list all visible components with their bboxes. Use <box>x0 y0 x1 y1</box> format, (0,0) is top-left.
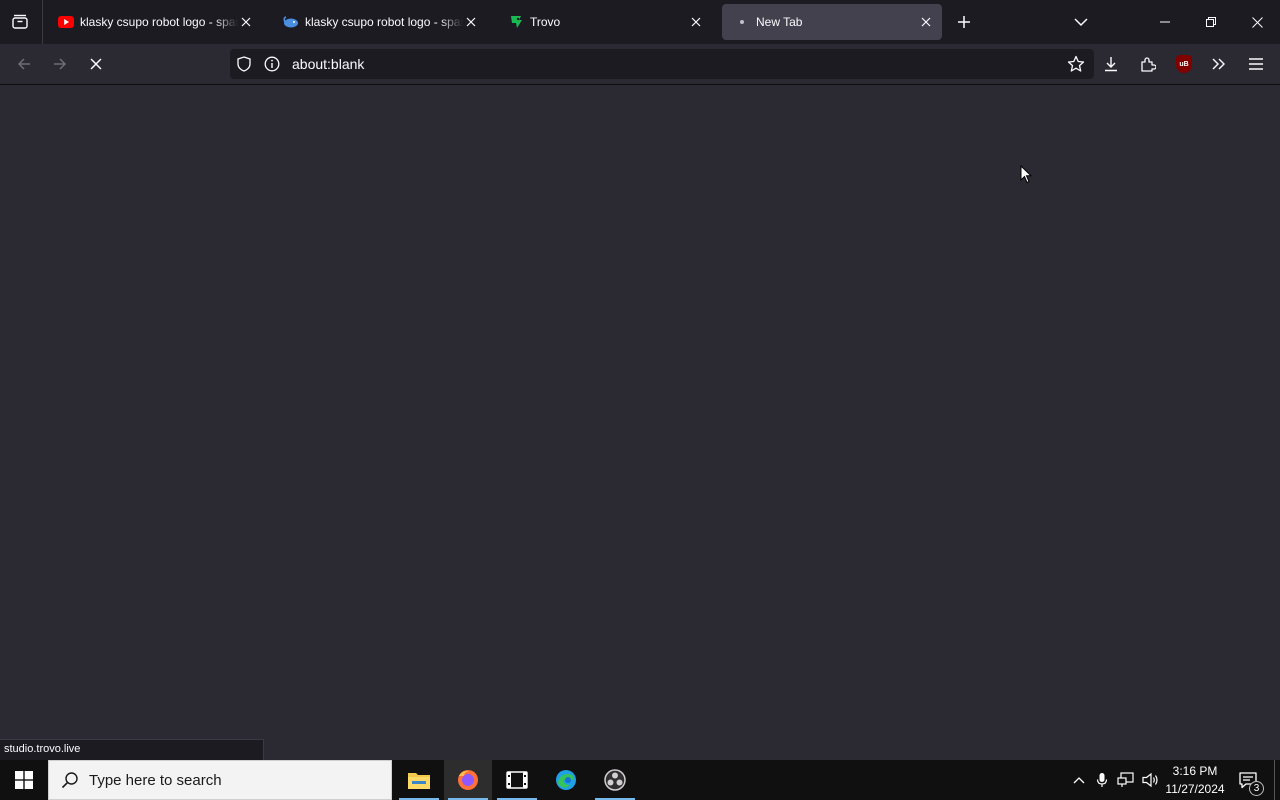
search-icon <box>61 772 78 789</box>
download-icon <box>1105 57 1117 72</box>
restore-icon <box>1206 17 1216 27</box>
extensions-icon <box>1141 57 1156 72</box>
stop-loading-button[interactable] <box>81 49 111 79</box>
microphone-icon <box>1096 773 1108 787</box>
file-explorer-icon <box>408 773 430 789</box>
star-icon[interactable] <box>1066 54 1086 74</box>
windows-taskbar: Type here to search 3:16 PM 11/27/2024 3 <box>0 760 1280 800</box>
taskbar-obs[interactable] <box>591 760 639 800</box>
page-content-blank[interactable] <box>0 85 1280 760</box>
app-menu-button[interactable] <box>1241 49 1271 79</box>
mouse-cursor-icon <box>1020 165 1032 184</box>
ublock-icon: uB <box>1176 55 1192 73</box>
close-tab-icon[interactable] <box>918 14 934 30</box>
info-icon[interactable] <box>262 54 282 74</box>
close-window-button[interactable] <box>1234 0 1280 44</box>
whale-icon <box>283 14 299 30</box>
back-arrow-icon <box>17 58 30 70</box>
search-placeholder: Type here to search <box>89 771 222 789</box>
tab-title: klasky csupo robot logo - spart <box>305 15 463 29</box>
hamburger-menu-icon <box>1249 58 1263 70</box>
all-tabs-button[interactable] <box>4 6 36 38</box>
taskbar-edge[interactable] <box>542 760 590 800</box>
desktop-screen: klasky csupo robot logo - spart klasky c… <box>0 0 1280 800</box>
minimize-button[interactable] <box>1142 0 1188 44</box>
clock-date: 11/27/2024 <box>1165 782 1225 796</box>
minimize-icon <box>1160 21 1170 23</box>
tab-title: klasky csupo robot logo - spart <box>80 15 238 29</box>
tab-new-tab[interactable]: New Tab <box>722 4 942 40</box>
volume-tray-button[interactable] <box>1139 760 1163 800</box>
downloads-button[interactable] <box>1096 49 1126 79</box>
forward-button[interactable] <box>45 49 75 79</box>
start-button[interactable] <box>0 760 48 800</box>
show-desktop-button[interactable] <box>1274 760 1280 800</box>
firefox-icon <box>458 770 478 790</box>
chevron-down-icon <box>1074 18 1088 27</box>
overflow-menu-button[interactable] <box>1204 49 1234 79</box>
clock-time: 3:16 PM <box>1172 764 1218 778</box>
tab-strip: klasky csupo robot logo - spart klasky c… <box>0 0 1280 44</box>
plus-icon <box>958 16 970 28</box>
media-player-icon <box>506 771 528 789</box>
close-tab-icon[interactable] <box>688 14 704 30</box>
navigation-toolbar: about:blank uB <box>0 44 1280 85</box>
tab-title: Trovo <box>530 15 561 29</box>
microphone-tray-button[interactable] <box>1092 760 1112 800</box>
loading-dot-icon <box>734 14 750 30</box>
taskbar-media-player[interactable] <box>493 760 541 800</box>
overflow-icon <box>1212 58 1225 70</box>
network-icon <box>1117 772 1134 787</box>
new-tab-button[interactable] <box>950 8 978 36</box>
speaker-icon <box>1142 772 1158 788</box>
list-all-tabs-button[interactable] <box>1067 8 1095 36</box>
url-text[interactable]: about:blank <box>292 56 364 72</box>
stop-icon <box>90 58 102 70</box>
edge-icon <box>556 770 576 790</box>
extensions-button[interactable] <box>1133 49 1163 79</box>
notification-count-badge: 3 <box>1249 781 1264 796</box>
action-center-button[interactable]: 3 <box>1232 760 1264 800</box>
tab-youtube-1[interactable]: klasky csupo robot logo - spart <box>46 4 262 40</box>
all-tabs-icon <box>12 14 28 29</box>
restore-button[interactable] <box>1188 0 1234 44</box>
taskbar-file-explorer[interactable] <box>395 760 443 800</box>
youtube-icon <box>58 14 74 30</box>
chevron-up-icon <box>1073 777 1085 784</box>
shield-icon[interactable] <box>234 54 254 74</box>
taskbar-search-box[interactable]: Type here to search <box>48 760 392 800</box>
taskbar-clock[interactable]: 3:16 PM 11/27/2024 <box>1164 762 1226 798</box>
show-hidden-icons-button[interactable] <box>1068 760 1090 800</box>
close-tab-icon[interactable] <box>463 14 479 30</box>
taskbar-firefox[interactable] <box>444 760 492 800</box>
back-button[interactable] <box>9 49 39 79</box>
tab-title: New Tab <box>756 15 803 29</box>
obs-icon <box>604 769 626 791</box>
address-bar[interactable]: about:blank <box>230 49 1094 79</box>
forward-arrow-icon <box>54 58 67 70</box>
close-icon <box>1251 16 1263 28</box>
status-panel: studio.trovo.live <box>0 739 264 760</box>
network-tray-button[interactable] <box>1115 760 1137 800</box>
windows-logo-icon <box>15 771 33 789</box>
tab-trovo[interactable]: Trovo <box>496 4 712 40</box>
trovo-icon <box>508 14 524 30</box>
tab-separator <box>42 0 43 44</box>
ublock-button[interactable]: uB <box>1169 49 1199 79</box>
tab-whale[interactable]: klasky csupo robot logo - spart <box>271 4 487 40</box>
close-tab-icon[interactable] <box>238 14 254 30</box>
